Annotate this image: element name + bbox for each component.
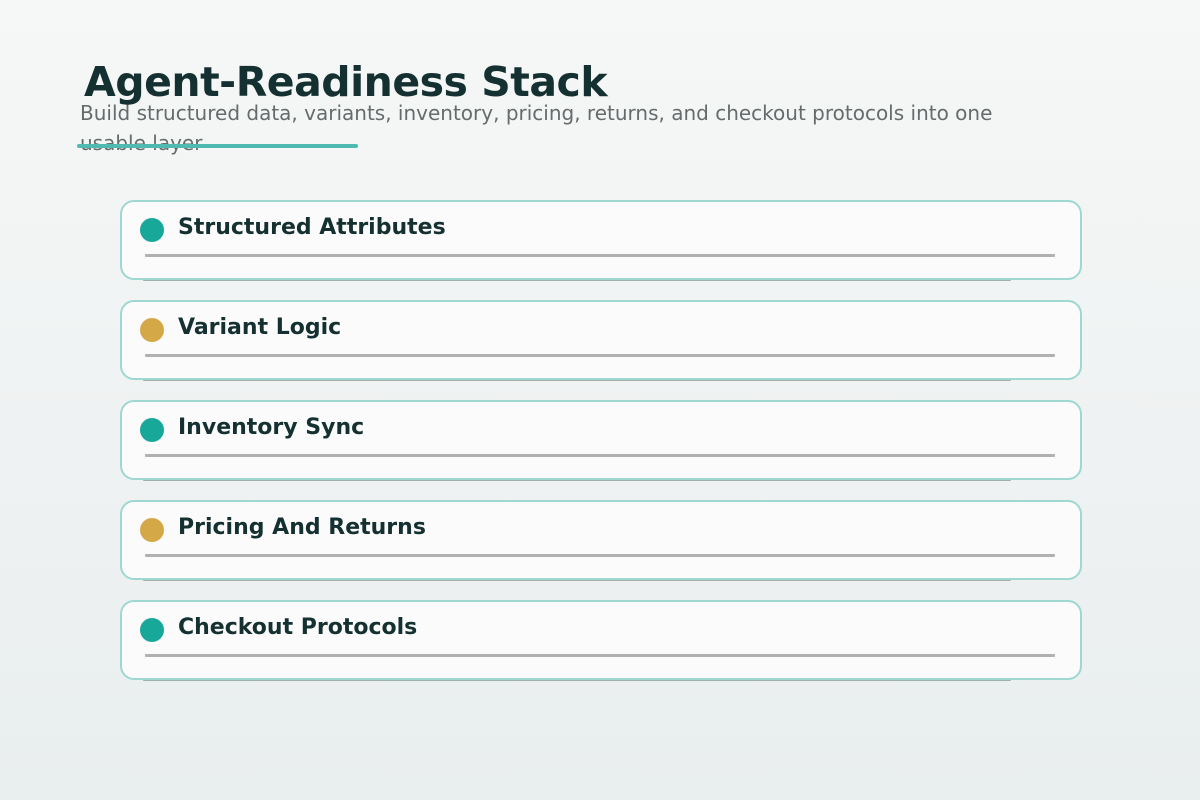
layer-card: Checkout Protocols <box>120 600 1082 680</box>
stack-layer-variant-logic: Variant Logic <box>120 300 1082 381</box>
layer-divider <box>145 454 1055 457</box>
layer-label: Inventory Sync <box>178 415 365 440</box>
stack-layer-structured-attributes: Structured Attributes <box>120 200 1082 281</box>
bullet-dot-icon <box>140 318 164 342</box>
layer-divider <box>145 354 1055 357</box>
layer-divider <box>145 654 1055 657</box>
bullet-dot-icon <box>140 518 164 542</box>
layer-label: Pricing And Returns <box>178 515 426 540</box>
stack-layer-inventory-sync: Inventory Sync <box>120 400 1082 481</box>
stack-layer-checkout-protocols: Checkout Protocols <box>120 600 1082 681</box>
layer-card: Variant Logic <box>120 300 1082 380</box>
bullet-dot-icon <box>140 618 164 642</box>
bullet-dot-icon <box>140 418 164 442</box>
layer-label: Structured Attributes <box>178 215 446 240</box>
layer-label: Checkout Protocols <box>178 615 418 640</box>
layer-divider <box>145 254 1055 257</box>
layer-label: Variant Logic <box>178 315 342 340</box>
layer-card: Inventory Sync <box>120 400 1082 480</box>
bullet-dot-icon <box>140 218 164 242</box>
title-underline <box>77 144 358 148</box>
layer-card: Structured Attributes <box>120 200 1082 280</box>
page-title: Agent-Readiness Stack <box>84 58 608 106</box>
stack-layer-pricing-and-returns: Pricing And Returns <box>120 500 1082 581</box>
layer-card: Pricing And Returns <box>120 500 1082 580</box>
layer-divider <box>145 554 1055 557</box>
